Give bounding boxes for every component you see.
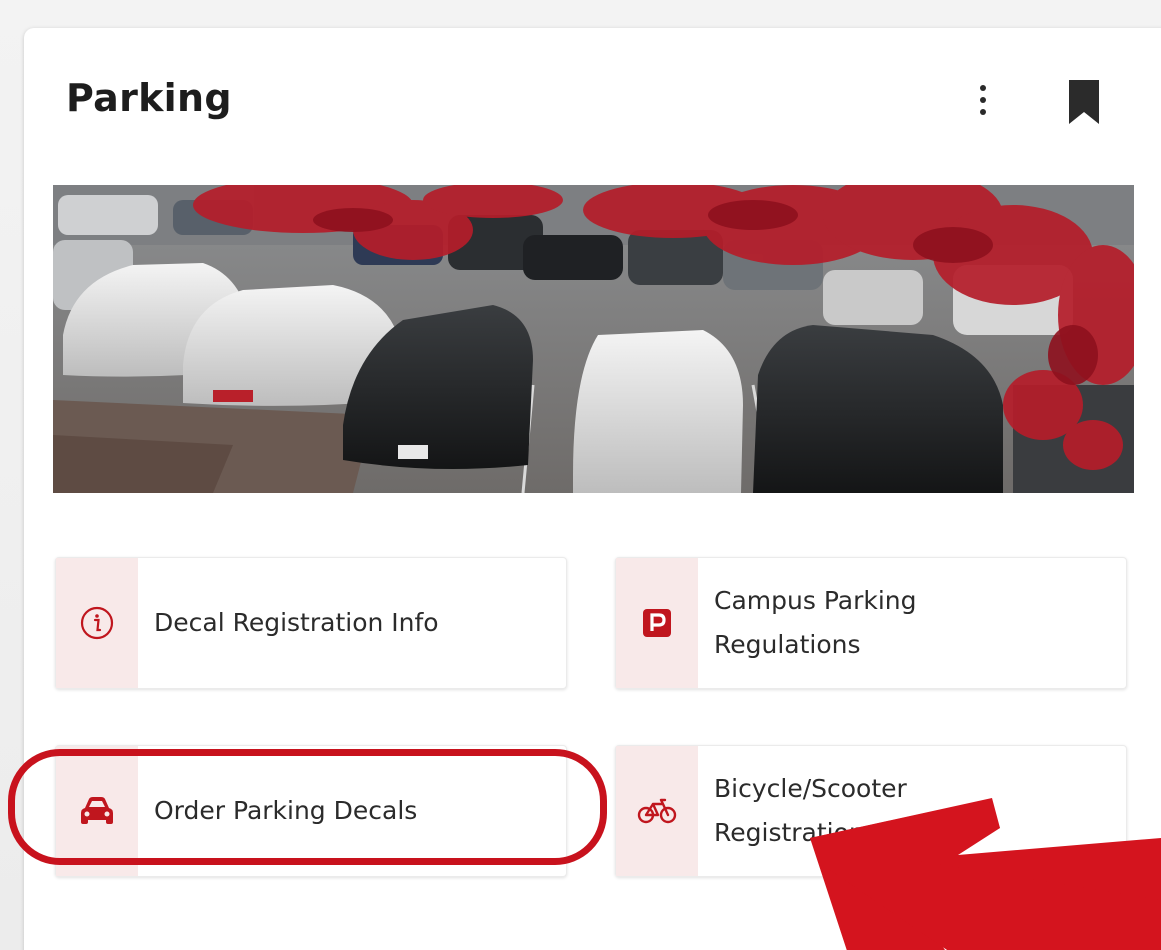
tile-label: Campus Parking Regulations bbox=[698, 558, 1126, 688]
car-icon bbox=[81, 797, 113, 824]
tile-label-line2: Regulations bbox=[714, 630, 861, 659]
tile-icon-area bbox=[616, 746, 698, 876]
tile-icon-area bbox=[56, 746, 138, 876]
screenshot-stage: Parking Decal Registration Info Campus P… bbox=[0, 0, 1161, 950]
more-vertical-icon[interactable] bbox=[968, 80, 998, 120]
tile-label: Decal Registration Info bbox=[138, 558, 566, 688]
tile-label-line1: Bicycle/Scooter bbox=[714, 774, 907, 803]
bookmark-icon[interactable] bbox=[1066, 80, 1102, 124]
tile-label-line1: Campus Parking bbox=[714, 586, 917, 615]
tile-label-line2: Registration bbox=[714, 818, 865, 847]
parking-sign-icon bbox=[643, 609, 671, 637]
tile-label-line1: Decal Registration Info bbox=[154, 608, 439, 637]
tile-icon-area bbox=[56, 558, 138, 688]
card-title: Parking bbox=[66, 76, 232, 120]
bicycle-icon bbox=[637, 798, 677, 824]
tile-icon-area bbox=[616, 558, 698, 688]
banner-image bbox=[53, 185, 1134, 493]
tile-label: Bicycle/Scooter Registration bbox=[698, 746, 1126, 876]
order-parking-decals-link[interactable]: Order Parking Decals bbox=[55, 745, 567, 877]
tile-label-line1: Order Parking Decals bbox=[154, 796, 418, 825]
info-circle-icon bbox=[80, 606, 114, 640]
decal-registration-info-link[interactable]: Decal Registration Info bbox=[55, 557, 567, 689]
bicycle-scooter-registration-link[interactable]: Bicycle/Scooter Registration bbox=[615, 745, 1127, 877]
campus-parking-regulations-link[interactable]: Campus Parking Regulations bbox=[615, 557, 1127, 689]
tile-label: Order Parking Decals bbox=[138, 746, 566, 876]
